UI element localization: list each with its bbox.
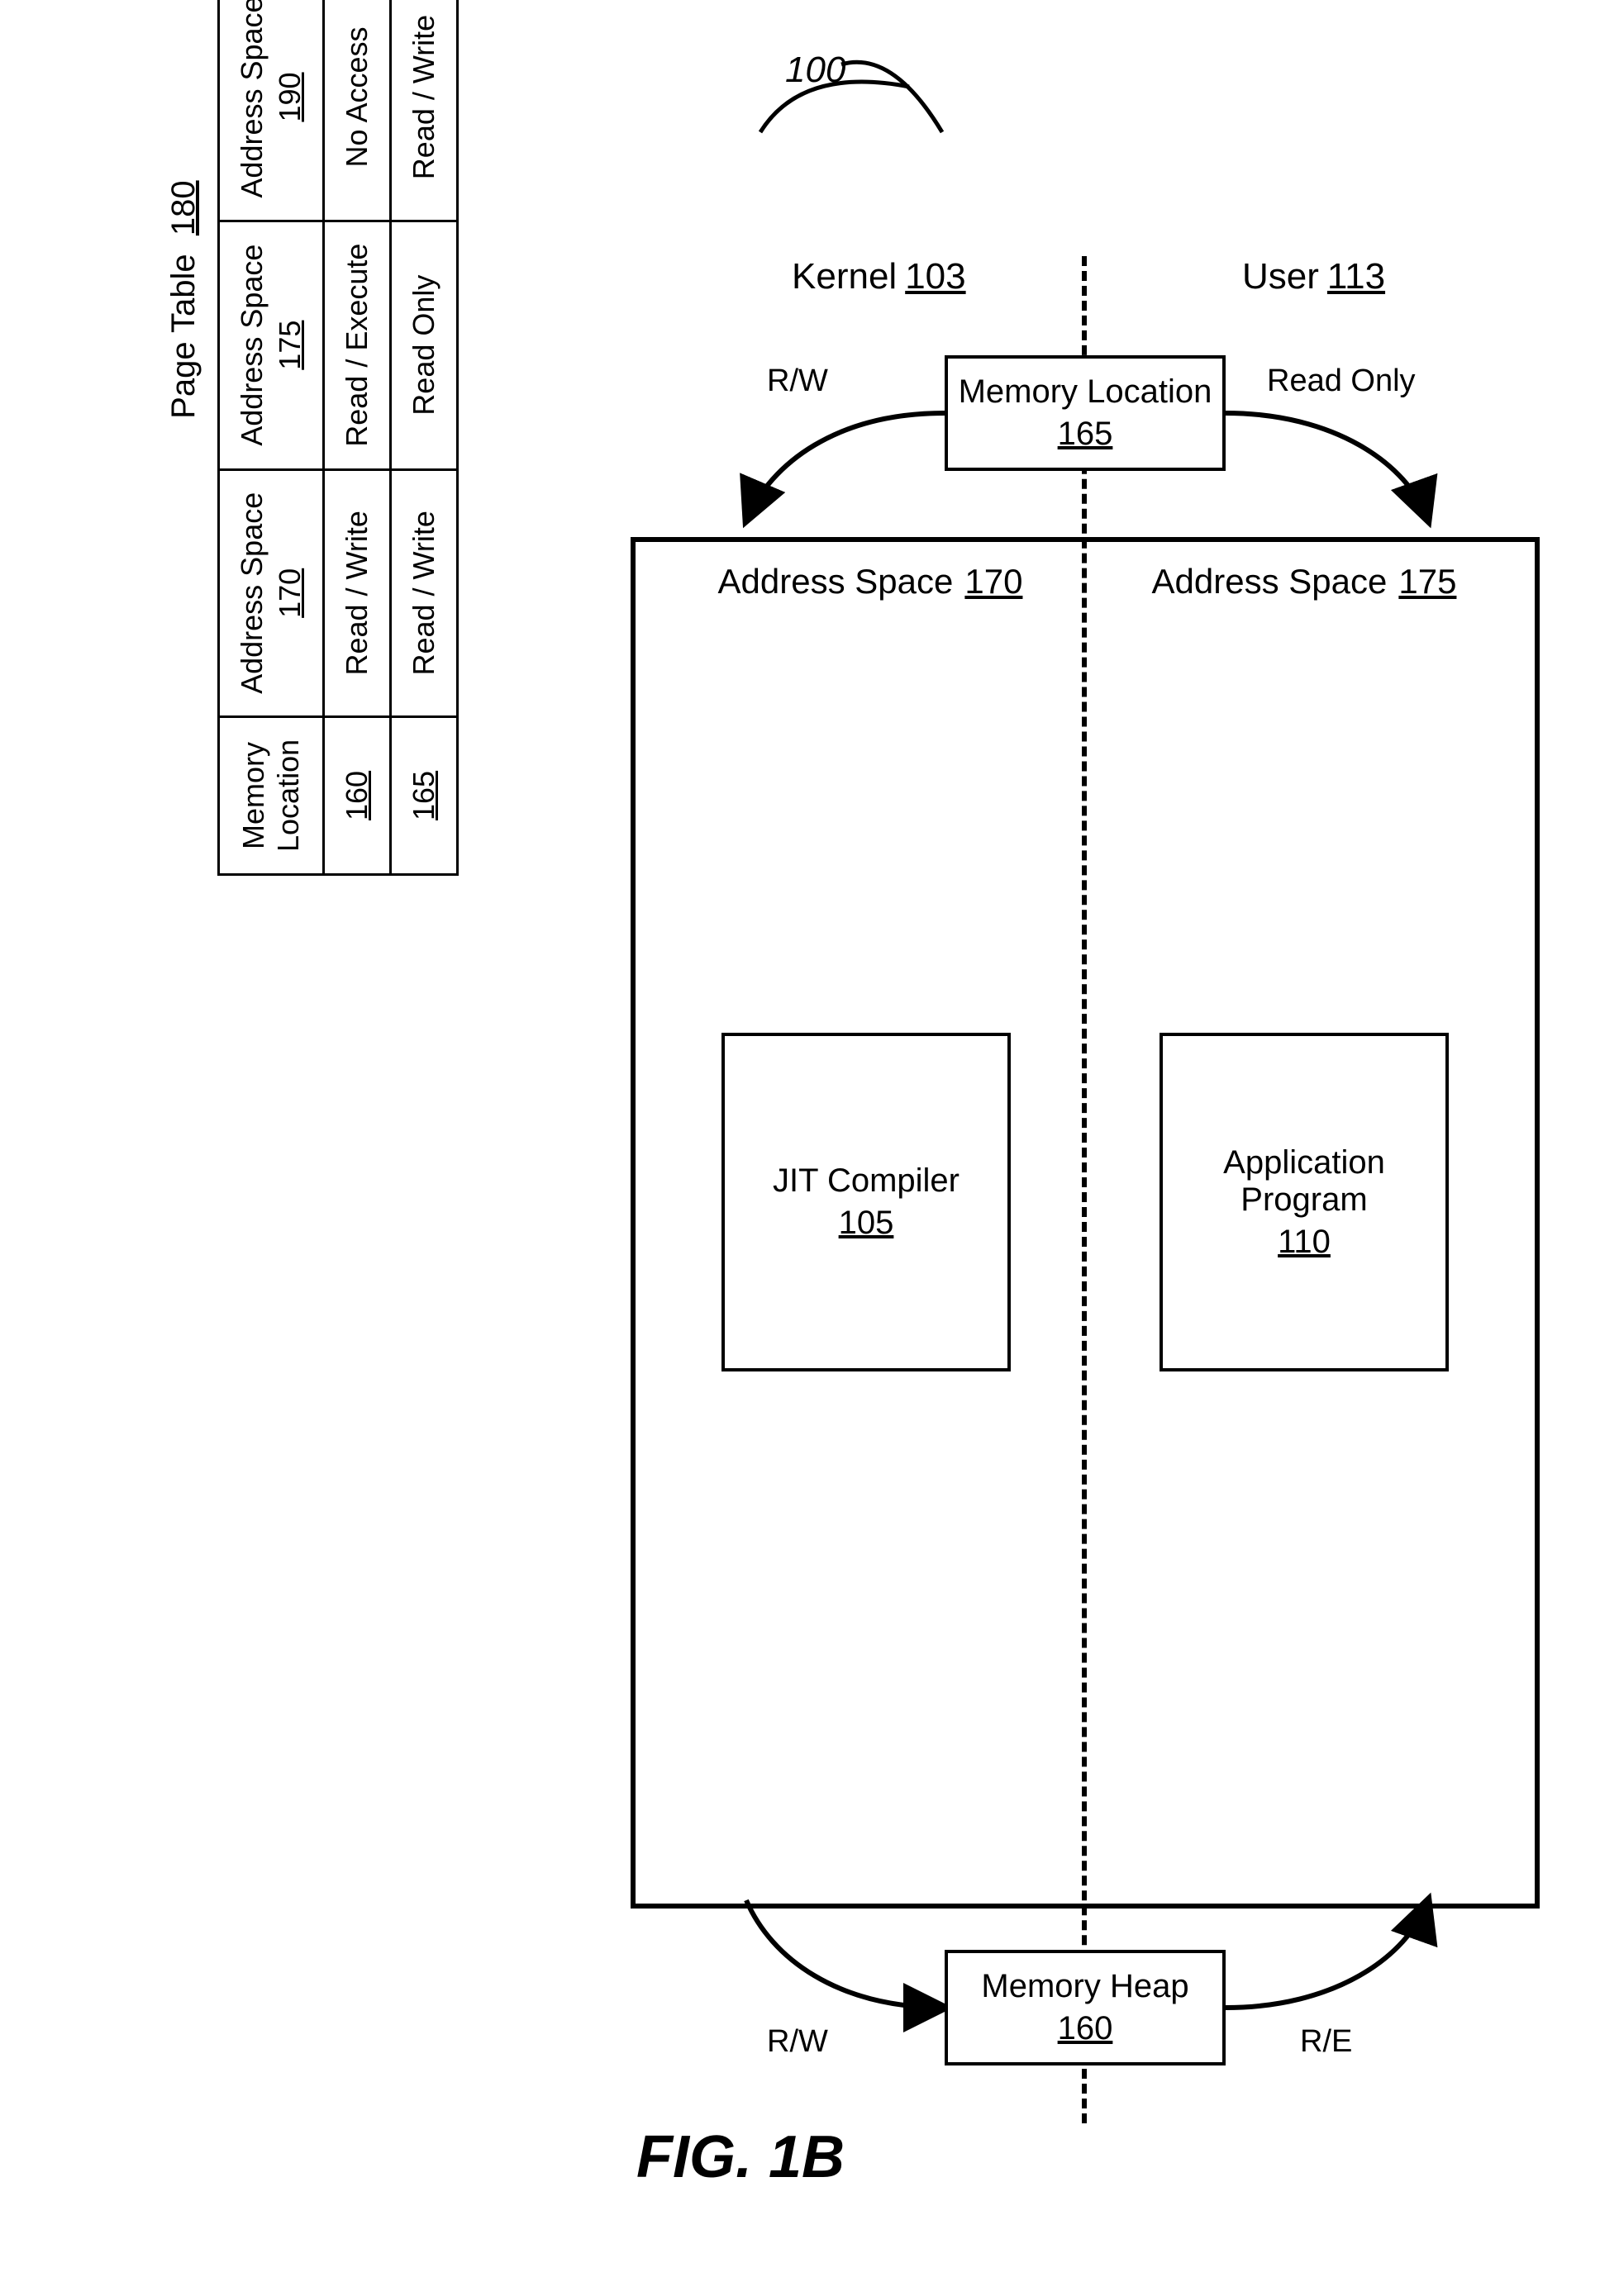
app-ref: 110 [1169,1224,1439,1261]
app-label: Application Program [1169,1144,1439,1219]
row0-c2: No Access [324,0,391,221]
hdr-memory-location: Memory Location [219,716,324,874]
memory-location-label: Memory Location [955,373,1216,411]
address-space-175: Address Space175 [1118,562,1490,601]
hdr-addr-170: Address Space 170 [219,469,324,716]
jit-label: JIT Compiler [731,1162,1001,1200]
page-table-title-ref: 180 [165,180,202,235]
perm-bottom-right: R/E [1300,2024,1352,2060]
address-space-170: Address Space170 [684,562,1056,601]
memory-location-box: Memory Location 165 [945,355,1226,471]
lead-arc [744,58,959,157]
perm-bottom-left: R/W [767,2024,828,2060]
row1-c1: Read Only [391,221,458,469]
jit-compiler-box: JIT Compiler 105 [721,1033,1011,1371]
perm-top-left: R/W [767,364,828,399]
page-table-title: Page Table 180 [165,0,202,876]
application-program-box: Application Program 110 [1160,1033,1449,1371]
jit-ref: 105 [731,1205,1001,1242]
architecture-diagram: Kernel103 User113 Memory Location 165 [631,256,1540,2123]
heap-ref: 160 [955,2010,1216,2047]
page-table: Page Table 180 Memory Location Address S… [165,0,459,876]
row0-c1: Read / Execute [324,221,391,469]
table-row: 160 Read / Write Read / Execute No Acces… [324,0,391,875]
memory-heap-box: Memory Heap 160 [945,1950,1226,2065]
row1-c2: Read / Write [391,0,458,221]
table-header-row: Memory Location Address Space 170 Addres… [219,0,324,875]
table-row: 165 Read / Write Read Only Read / Write … [391,0,458,875]
row1-loc: 165 [391,716,458,874]
figure-label: FIG. 1B [636,2123,845,2191]
page-table-title-text: Page Table [165,254,202,418]
row1-c0: Read / Write [391,469,458,716]
row0-c0: Read / Write [324,469,391,716]
hdr-addr-190: Address Space 190 [219,0,324,221]
user-label: User113 [1242,256,1385,297]
heap-label: Memory Heap [955,1968,1216,2005]
kernel-label: Kernel103 [792,256,966,297]
page-table-grid: Memory Location Address Space 170 Addres… [217,0,459,876]
perm-top-right: Read Only [1267,364,1416,399]
row0-loc: 160 [324,716,391,874]
memory-location-ref: 165 [955,416,1216,453]
hdr-addr-175: Address Space 175 [219,221,324,469]
